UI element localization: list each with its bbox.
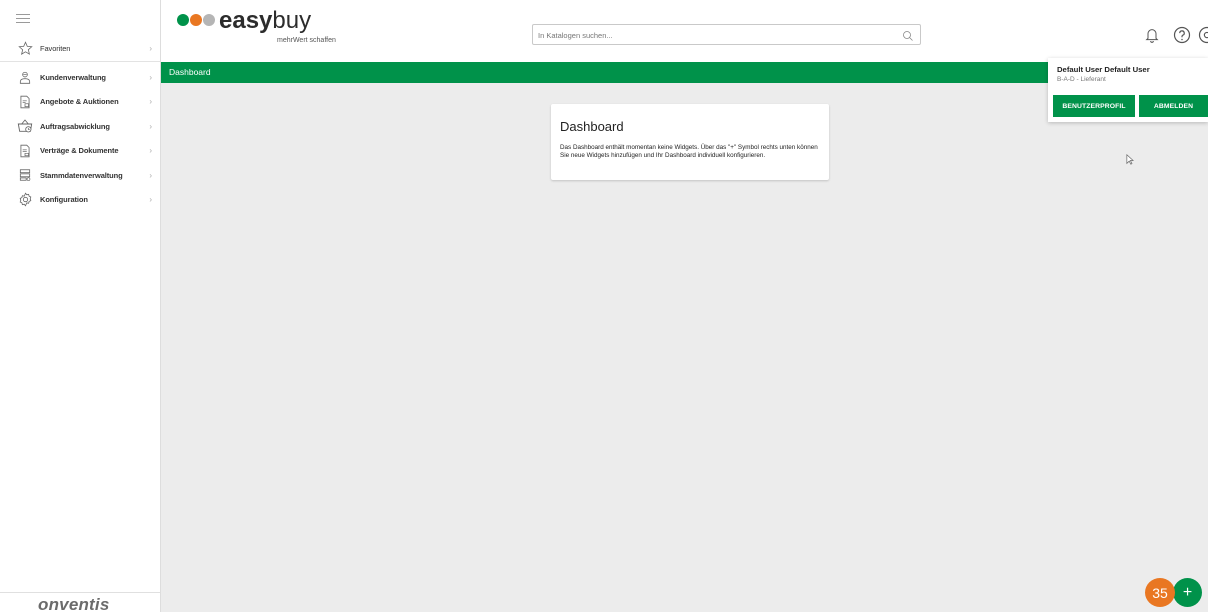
dashboard-empty-card: Dashboard Das Dashboard enthält momentan… [551, 104, 829, 180]
sidebar-item-label: Stammdatenverwaltung [40, 170, 123, 180]
logo-dot-green [177, 14, 189, 26]
card-title: Dashboard [560, 119, 624, 134]
user-menu-dropdown: Default User Default User B-A-D - Liefer… [1048, 58, 1208, 122]
logo-dot-orange [190, 14, 202, 26]
add-widget-button[interactable]: + [1173, 578, 1202, 607]
document-list-icon [17, 94, 33, 110]
sidebar-item-vertraege-dokumente[interactable]: Verträge & Dokumente › [0, 139, 160, 164]
logo-light-text: buy [272, 7, 312, 34]
sidebar-item-angebote-auktionen[interactable]: Angebote & Auktionen › [0, 90, 160, 115]
sidebar-item-favoriten[interactable]: Favoriten › [0, 36, 160, 62]
sidebar-item-kundenverwaltung[interactable]: Kundenverwaltung › [0, 65, 160, 90]
chevron-right-icon: › [149, 72, 152, 82]
bell-icon[interactable] [1144, 26, 1160, 49]
sidebar-item-stammdatenverwaltung[interactable]: Stammdatenverwaltung › [0, 163, 160, 188]
search-icon[interactable] [902, 29, 914, 47]
chevron-right-icon: › [149, 170, 152, 180]
user-role: B-A-D - Lieferant [1057, 76, 1106, 83]
chevron-right-icon: › [149, 146, 152, 156]
sidebar-item-label: Auftragsabwicklung [40, 121, 110, 131]
menu-icon[interactable] [16, 14, 30, 24]
sidebar-item-auftragsabwicklung[interactable]: Auftragsabwicklung › [0, 114, 160, 139]
chevron-right-icon: › [149, 97, 152, 107]
user-name: Default User Default User [1057, 65, 1150, 74]
catalog-search [532, 24, 921, 45]
chevron-right-icon: › [149, 121, 152, 131]
mouse-cursor-icon [1126, 152, 1135, 170]
sidebar-item-konfiguration[interactable]: Konfiguration › [0, 188, 160, 213]
database-icon [17, 167, 33, 183]
sidebar-item-label: Konfiguration [40, 195, 88, 205]
sidebar-item-label: Verträge & Dokumente [40, 146, 119, 156]
easybuy-logo[interactable]: easybuy mehrWert schaffen [177, 7, 336, 44]
logo-wordmark: easybuy [219, 7, 312, 34]
logo-bold-text: easy [219, 7, 273, 34]
sidebar-item-label: Kundenverwaltung [40, 72, 106, 82]
sidebar-nav: Favoriten › Kundenverwaltung › Angebote … [0, 36, 160, 212]
top-header: easybuy mehrWert schaffen [161, 0, 1208, 62]
chevron-right-icon: › [149, 44, 152, 53]
sidebar-footer: onventis [0, 592, 160, 612]
help-icon[interactable] [1173, 26, 1191, 49]
person-icon [17, 69, 33, 85]
logo-tagline: mehrWert schaffen [277, 37, 336, 44]
settings-icon[interactable] [1198, 26, 1208, 49]
notification-count-badge[interactable]: 35 [1145, 578, 1175, 607]
sidebar-item-label: Angebote & Auktionen [40, 97, 119, 107]
star-icon [17, 41, 33, 57]
document-icon [17, 143, 33, 159]
logo-dots-icon [177, 14, 215, 26]
card-message: Das Dashboard enthält momentan keine Wid… [560, 144, 818, 159]
onventis-logo: onventis [38, 595, 110, 612]
user-profile-button[interactable]: BENUTZERPROFIL [1053, 95, 1135, 117]
basket-clock-icon [17, 118, 33, 134]
search-input[interactable] [533, 26, 893, 45]
page-title: Dashboard [169, 67, 211, 77]
logout-button[interactable]: ABMELDEN [1139, 95, 1208, 117]
sidebar: Favoriten › Kundenverwaltung › Angebote … [0, 0, 161, 612]
sidebar-item-label: Favoriten [40, 44, 71, 53]
logo-dot-grey [203, 14, 215, 26]
chevron-right-icon: › [149, 195, 152, 205]
gear-icon [17, 192, 33, 208]
